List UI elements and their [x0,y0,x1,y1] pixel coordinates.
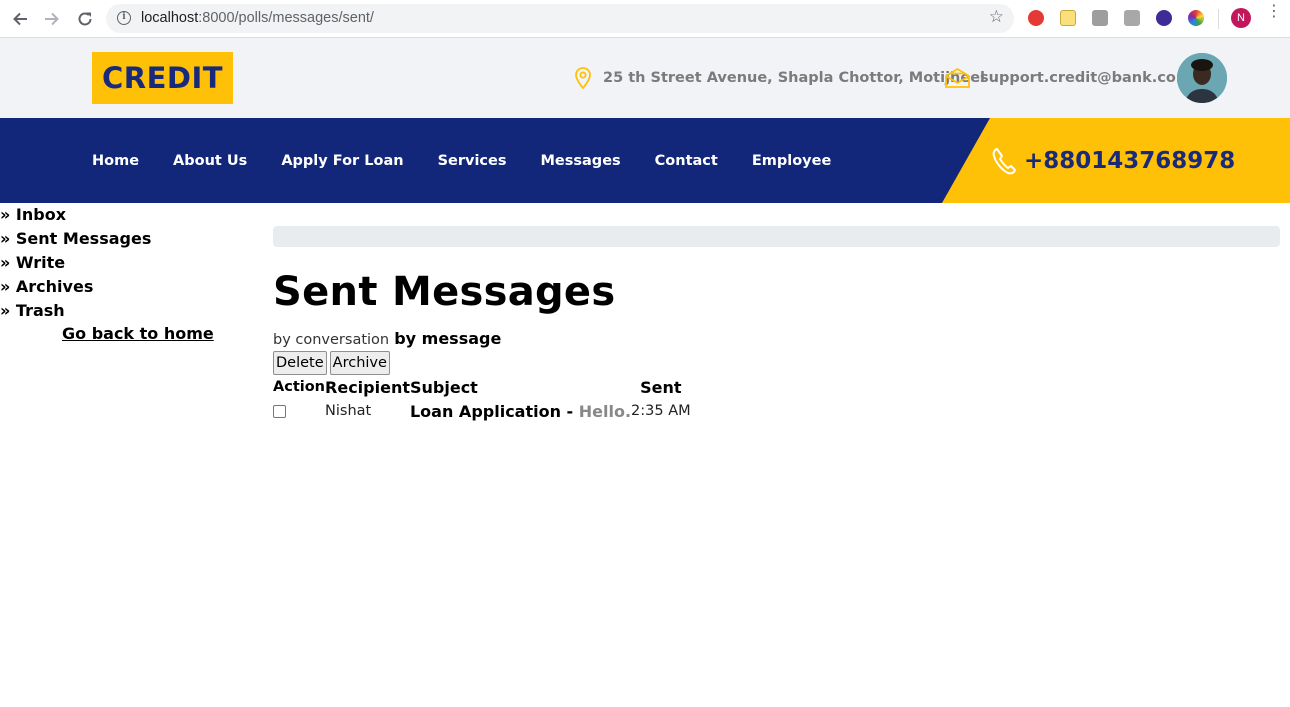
message-actions: Delete Archive [273,351,393,375]
row-action-cell [273,399,325,423]
extension-shield-icon[interactable] [1028,10,1044,26]
reload-icon[interactable] [73,7,97,31]
table-header-row: Action Recipient Subject Sent [273,375,691,399]
go-back-home-link[interactable]: Go back to home [62,324,214,343]
site-header: CREDIT 25 th Street Avenue, Shapla Chott… [0,38,1290,118]
sidebar-item-trash[interactable]: » Trash [0,299,260,323]
extension-clipboard-icon[interactable] [1124,10,1140,26]
row-subject-separator: - [560,401,579,421]
row-subject[interactable]: Loan Application - Hello. [410,399,631,423]
phone-box: +880143768978 [942,118,1290,203]
forward-arrow-icon[interactable] [40,7,64,31]
envelope-icon [945,67,970,88]
toolbar-divider [1218,9,1219,29]
row-sent-time: 2:35 AM [631,403,691,419]
nav-employee[interactable]: Employee [752,153,831,169]
address-bar[interactable]: i localhost:8000/polls/messages/sent/ ☆ [106,4,1014,33]
table-row[interactable]: Nishat Loan Application - Hello. 2:35 AM [273,399,691,423]
url-path: :8000/polls/messages/sent/ [198,10,374,26]
column-sent: Sent [640,377,682,397]
messages-table: Action Recipient Subject Sent Nishat Loa… [273,375,691,423]
address-text: 25 th Street Avenue, Shapla Chottor, Mot… [603,70,986,86]
page-title: Sent Messages [273,269,616,315]
phone-icon [992,148,1016,175]
main-navbar: Home About Us Apply For Loan Services Me… [0,118,1290,203]
extension-color-icon[interactable] [1188,10,1204,26]
breadcrumb-bar [273,226,1280,247]
row-recipient: Nishat [325,403,372,419]
url-host: localhost [141,10,199,26]
by-conversation-link[interactable]: by conversation [273,332,389,348]
site-info-icon[interactable]: i [117,11,131,25]
bookmark-star-icon[interactable]: ☆ [989,7,1004,27]
column-action: Action [273,379,326,395]
row-subject-text: Loan Application [409,401,561,421]
email-info: support.credit@bank.com [944,66,1191,90]
column-recipient: Recipient [325,377,410,397]
phone-contact[interactable]: +880143768978 [990,146,1235,176]
site-logo[interactable]: CREDIT [92,52,233,104]
sidebar-item-archives[interactable]: » Archives [0,275,260,299]
delete-button[interactable]: Delete [273,351,327,375]
row-preview: Hello. [578,401,632,421]
sidebar-item-write[interactable]: » Write [0,251,260,275]
extension-photo-icon[interactable] [1092,10,1108,26]
address-info: 25 th Street Avenue, Shapla Chottor, Mot… [572,66,985,90]
nav-contact[interactable]: Contact [655,153,718,169]
by-message-label: by message [394,329,502,348]
nav-about-us[interactable]: About Us [173,153,247,169]
phone-number: +880143768978 [1024,148,1236,174]
sidebar-item-sent-messages[interactable]: » Sent Messages [0,227,260,251]
location-pin-icon [575,67,591,90]
archive-button[interactable]: Archive [329,351,390,375]
browser-toolbar: i localhost:8000/polls/messages/sent/ ☆ … [0,0,1290,38]
profile-avatar[interactable]: N [1231,8,1251,28]
column-subject: Subject [409,377,478,397]
nav-menu: Home About Us Apply For Loan Services Me… [92,118,865,203]
user-avatar[interactable] [1177,53,1227,103]
nav-messages[interactable]: Messages [541,153,621,169]
sidebar-item-inbox[interactable]: » Inbox [0,203,260,227]
extension-k-icon[interactable] [1156,10,1172,26]
extension-notes-icon[interactable] [1060,10,1076,26]
messages-sidebar: » Inbox » Sent Messages » Write » Archiv… [0,203,260,343]
nav-home[interactable]: Home [92,153,139,169]
nav-services[interactable]: Services [438,153,507,169]
view-switch: by conversation by message [273,329,501,348]
nav-apply-for-loan[interactable]: Apply For Loan [281,153,403,169]
url-text[interactable]: localhost:8000/polls/messages/sent/ [141,10,374,26]
row-select-checkbox[interactable] [273,404,286,418]
back-arrow-icon[interactable] [8,7,32,31]
email-text: support.credit@bank.com [980,70,1191,86]
browser-menu-icon[interactable]: ⋮ [1266,3,1282,19]
